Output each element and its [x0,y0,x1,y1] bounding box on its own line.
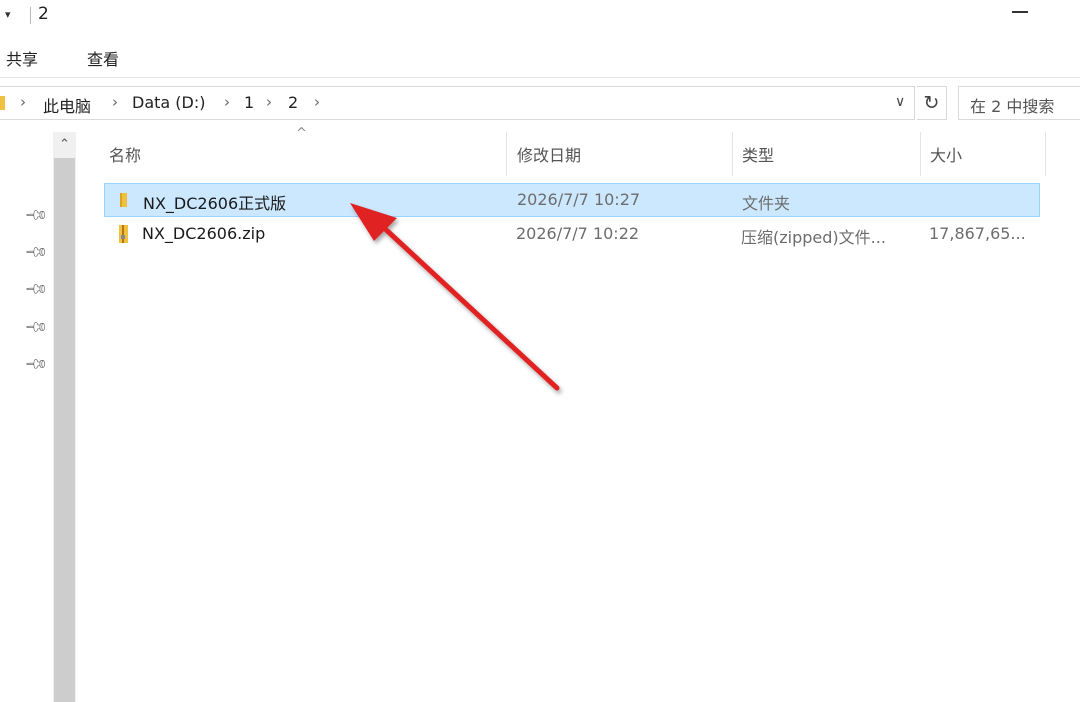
breadcrumb-data-drive[interactable]: Data (D:) [132,93,205,112]
pin-icon[interactable]: 📌︎ [23,314,49,340]
scrollbar-thumb[interactable] [54,158,75,702]
sort-ascending-icon: ^ [296,126,307,141]
breadcrumb-folder-1[interactable]: 1 [244,93,254,112]
file-row[interactable]: NX_DC2606.zip 2026/7/7 10:22 压缩(zipped)文… [104,218,1040,252]
file-type: 压缩(zipped)文件... [741,228,886,247]
tab-share[interactable]: 共享 [6,46,38,70]
title-separator [30,7,31,24]
pin-icon[interactable]: 📌︎ [23,276,49,302]
zip-folder-icon [119,225,128,243]
title-bar: ▾ 2 [0,0,1080,34]
breadcrumb-this-pc[interactable]: 此电脑 [43,93,91,117]
ribbon-tabs: 共享 查看 [0,40,1080,74]
chevron-right-icon[interactable]: › [314,93,320,111]
quick-access-dropdown-icon[interactable]: ▾ [5,8,11,21]
column-header-type[interactable]: 类型 [742,142,774,166]
pin-icon[interactable]: 📌︎ [23,202,49,228]
column-divider[interactable] [1045,132,1046,176]
column-header-size[interactable]: 大小 [930,142,962,166]
chevron-right-icon[interactable]: › [112,93,118,111]
chevron-up-icon[interactable]: ⌃ [53,132,76,158]
address-folder-icon [0,96,5,110]
column-divider[interactable] [506,132,507,176]
pin-icon[interactable]: 📌︎ [23,351,49,377]
address-bar[interactable]: › 此电脑 › Data (D:) › 1 › 2 › ∨ [0,86,915,120]
file-type: 文件夹 [742,194,791,213]
tab-view[interactable]: 查看 [87,46,119,70]
minimize-icon[interactable] [1012,11,1028,13]
column-divider[interactable] [732,132,733,176]
file-date: 2026/7/7 10:22 [516,224,640,243]
column-header-date[interactable]: 修改日期 [517,142,581,166]
file-name[interactable]: NX_DC2606.zip [142,224,265,243]
folder-icon [120,193,127,207]
column-divider[interactable] [920,132,921,176]
breadcrumb-folder-2[interactable]: 2 [288,93,298,112]
ribbon-divider [0,77,1080,78]
chevron-right-icon[interactable]: › [20,93,26,111]
chevron-right-icon[interactable]: › [266,93,272,111]
chevron-right-icon[interactable]: › [224,93,230,111]
file-date: 2026/7/7 10:27 [517,190,641,209]
search-input[interactable]: 在 2 中搜索 [958,86,1080,120]
search-placeholder: 在 2 中搜索 [970,97,1055,116]
file-name[interactable]: NX_DC2606正式版 [143,190,286,214]
column-header-name[interactable]: 名称 [109,142,141,166]
file-row[interactable]: NX_DC2606正式版 2026/7/7 10:27 文件夹 [104,183,1040,217]
nav-scrollbar[interactable]: ⌃ [53,132,76,702]
pin-icon[interactable]: 📌︎ [23,239,49,265]
file-size: 17,867,65... [929,224,1026,243]
refresh-icon[interactable]: ↻ [917,86,947,120]
chevron-down-icon[interactable]: ∨ [895,94,905,110]
window-title: 2 [38,4,49,24]
